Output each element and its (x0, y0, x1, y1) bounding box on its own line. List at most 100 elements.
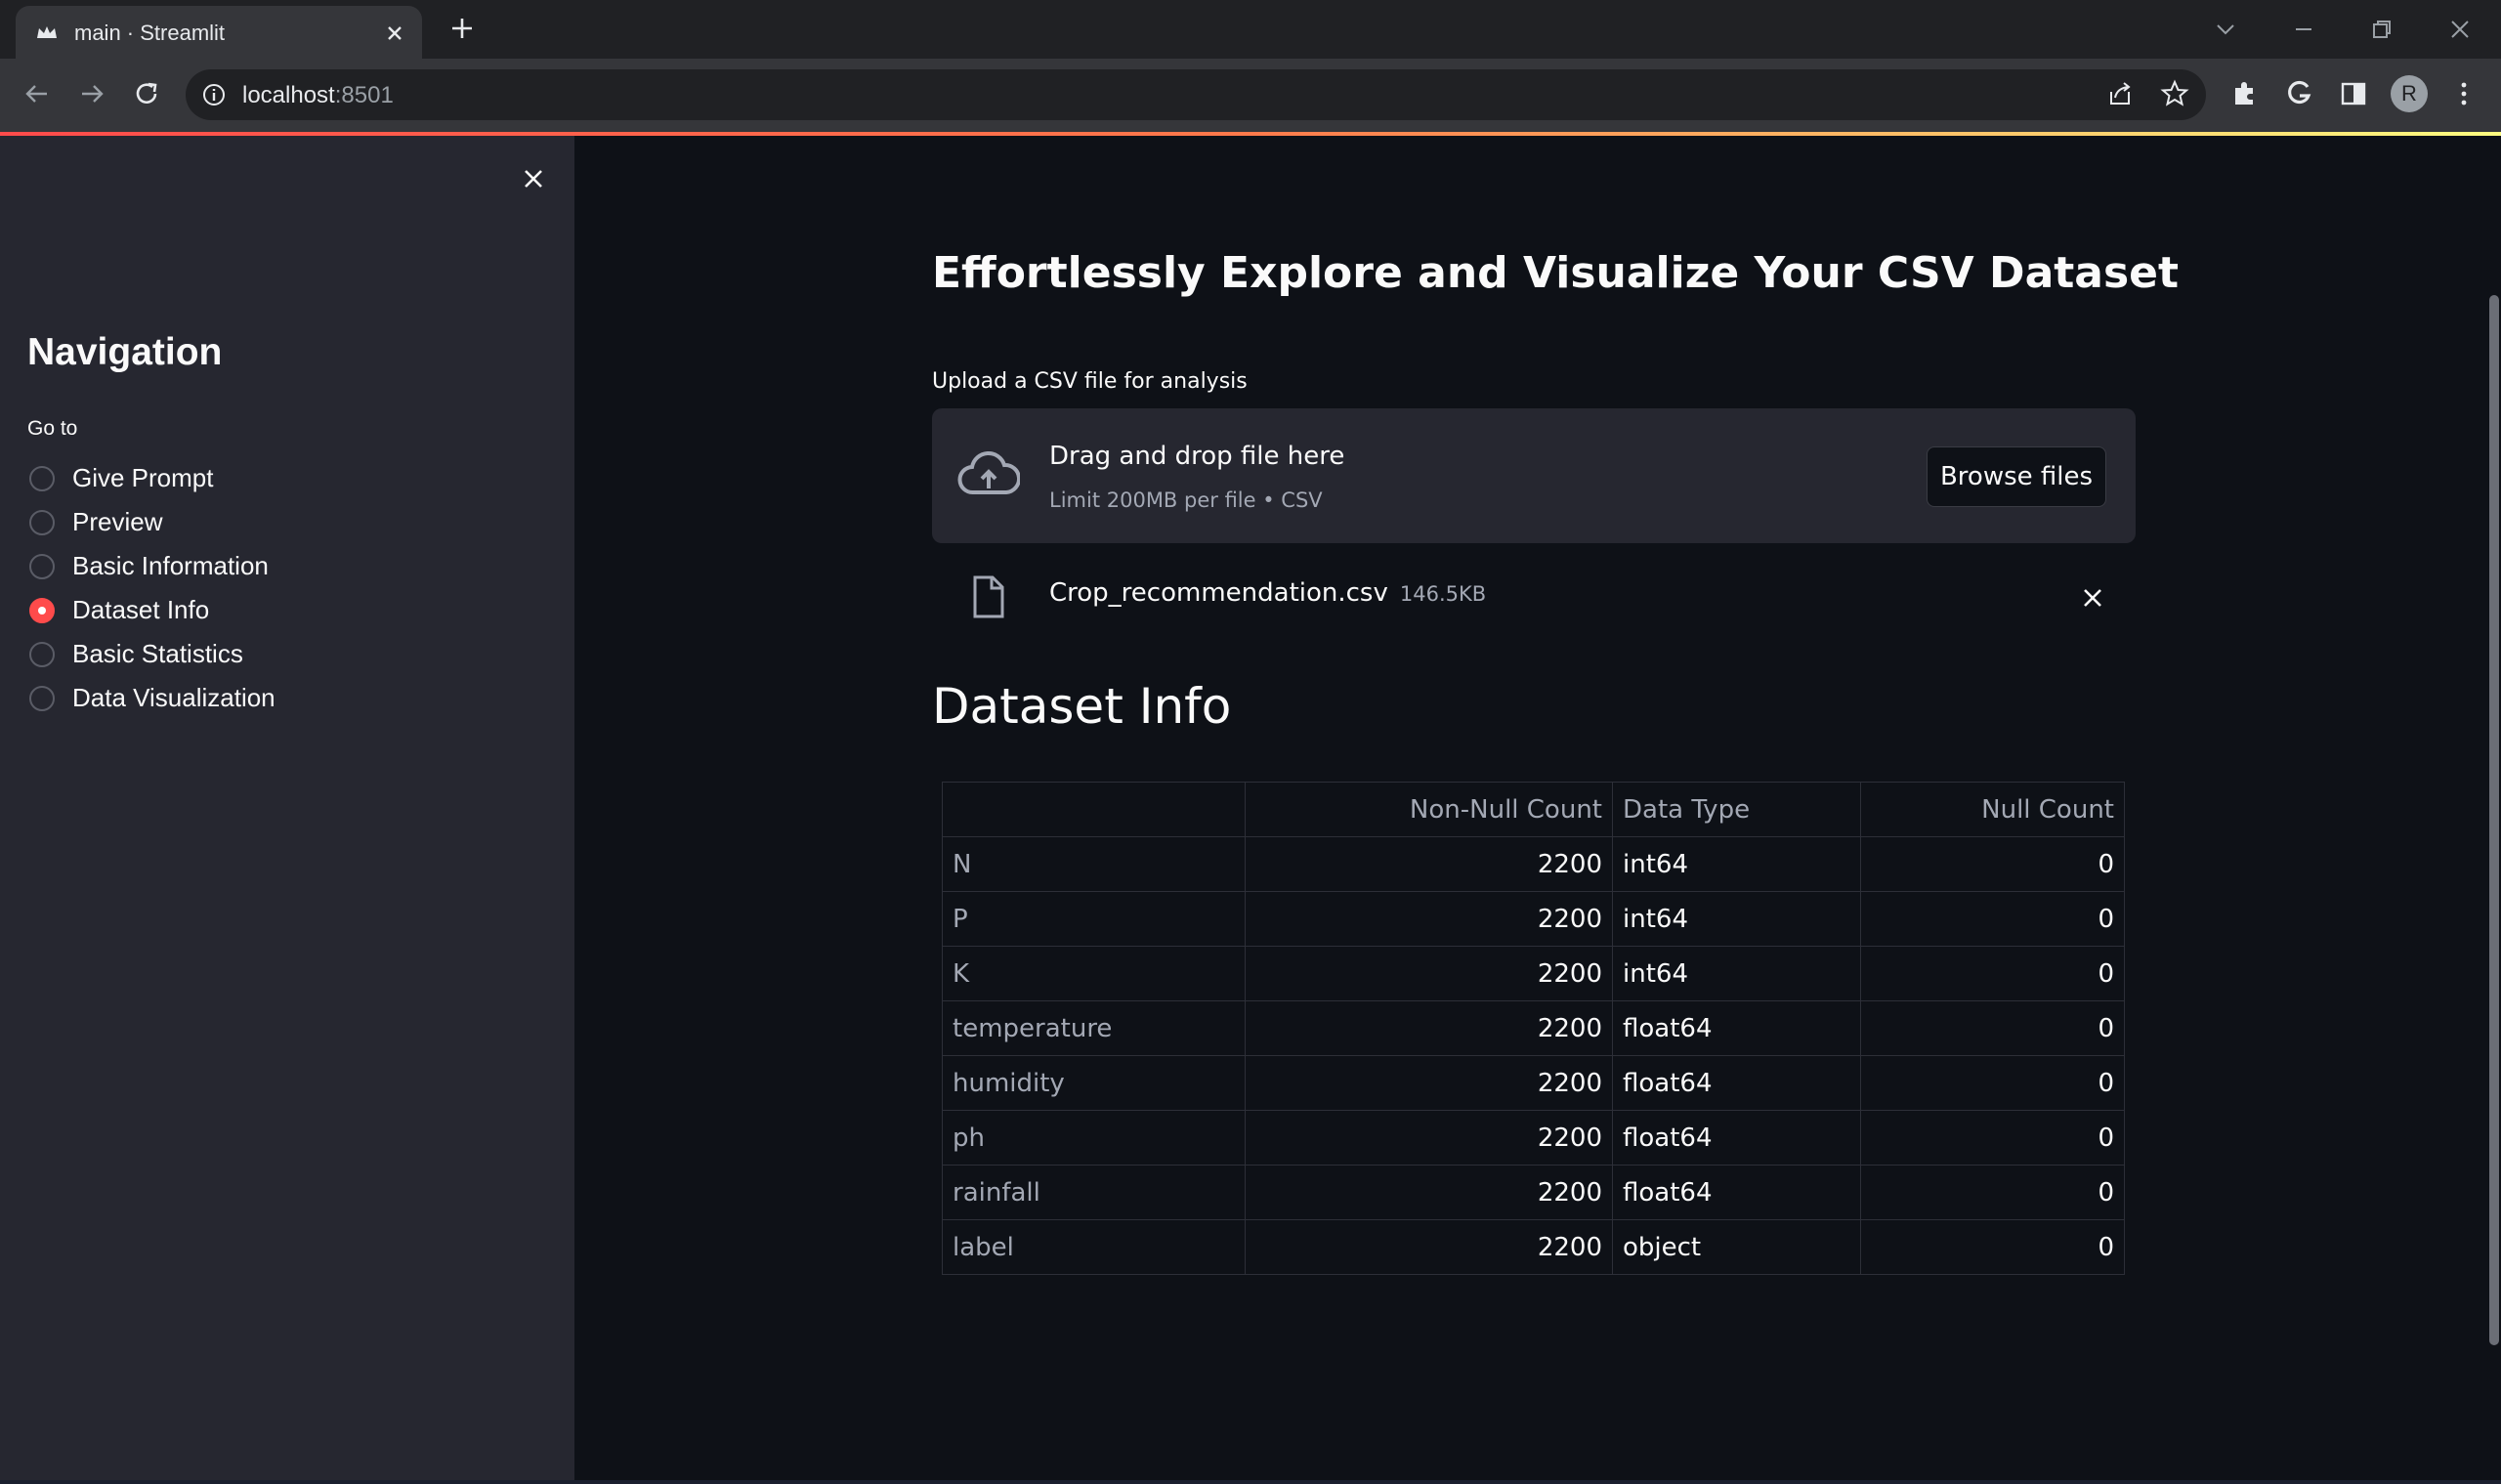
null-count-cell: 0 (1860, 1165, 2125, 1220)
forward-icon[interactable] (74, 76, 109, 111)
radio-label: Basic Statistics (72, 639, 243, 668)
non-null-count-cell: 2200 (1245, 946, 1613, 1001)
non-null-count-cell: 2200 (1245, 1110, 1613, 1166)
radio-circle-selected[interactable] (29, 598, 55, 623)
browser-tab[interactable]: main · Streamlit (16, 6, 422, 59)
table-row: temperature 2200 float64 0 (942, 1000, 2125, 1056)
sidebar-title: Navigation (27, 331, 223, 373)
column-header-non-null-count[interactable]: Non-Null Count (1245, 782, 1613, 837)
dropzone-title: Drag and drop file here (1049, 442, 1345, 471)
non-null-count-cell: 2200 (1245, 836, 1613, 892)
data-type-cell: float64 (1612, 1055, 1861, 1111)
null-count-cell: 0 (1860, 946, 2125, 1001)
non-null-count-cell: 2200 (1245, 1219, 1613, 1275)
row-index: ph (942, 1110, 1246, 1166)
window-close-icon[interactable] (2442, 12, 2478, 47)
radio-circle[interactable] (29, 466, 55, 491)
non-null-count-cell: 2200 (1245, 891, 1613, 947)
row-index: label (942, 1219, 1246, 1275)
page-title: Effortlessly Explore and Visualize Your … (932, 248, 2180, 298)
radio-option-dataset-info[interactable]: Dataset Info (27, 592, 574, 631)
streamlit-crown-icon (37, 26, 57, 38)
page-scrollbar[interactable] (2489, 295, 2499, 1345)
side-panel-icon[interactable] (2336, 76, 2371, 111)
radio-label: Basic Information (72, 551, 269, 580)
radio-label: Give Prompt (72, 463, 214, 492)
file-size: 146.5KB (1399, 582, 1487, 606)
null-count-cell: 0 (1860, 836, 2125, 892)
grammarly-g-icon[interactable] (2281, 76, 2316, 111)
tab-search-chevron-icon[interactable] (2208, 12, 2243, 47)
null-count-cell: 0 (1860, 1055, 2125, 1111)
non-null-count-cell: 2200 (1245, 1165, 1613, 1220)
table-row: P 2200 int64 0 (942, 891, 2125, 947)
site-info-icon[interactable] (201, 82, 227, 107)
file-icon (973, 575, 1004, 618)
tab-close-icon[interactable] (383, 21, 406, 45)
file-name: Crop_recommendation.csv 146.5KB (1049, 578, 1487, 608)
radio-group-label: Go to (27, 417, 78, 440)
address-bar[interactable]: localhost:8501 (186, 69, 2206, 120)
row-index: temperature (942, 1000, 1246, 1056)
table-header-row: Non-Null Count Data Type Null Count (942, 782, 2125, 837)
row-index: N (942, 836, 1246, 892)
null-count-cell: 0 (1860, 1110, 2125, 1166)
dropzone-limit-text: Limit 200MB per file • CSV (1049, 488, 1323, 512)
browse-files-button[interactable]: Browse files (1927, 446, 2106, 507)
table-row: humidity 2200 float64 0 (942, 1055, 2125, 1111)
row-index: humidity (942, 1055, 1246, 1111)
radio-circle[interactable] (29, 686, 55, 711)
radio-circle[interactable] (29, 642, 55, 667)
null-count-cell: 0 (1860, 891, 2125, 947)
table-row: K 2200 int64 0 (942, 946, 2125, 1001)
radio-option-basic-information[interactable]: Basic Information (27, 548, 574, 587)
bookmark-star-icon[interactable] (2157, 76, 2192, 111)
table-row: label 2200 object 0 (942, 1219, 2125, 1275)
uploader-label: Upload a CSV file for analysis (932, 369, 1248, 394)
radio-circle[interactable] (29, 554, 55, 579)
non-null-count-cell: 2200 (1245, 1000, 1613, 1056)
bottom-edge (0, 1480, 2501, 1484)
radio-label: Dataset Info (72, 595, 210, 624)
radio-label: Data Visualization (72, 683, 276, 712)
share-icon[interactable] (2103, 76, 2139, 111)
column-header-index[interactable] (942, 782, 1246, 837)
null-count-cell: 0 (1860, 1000, 2125, 1056)
data-type-cell: object (1612, 1219, 1861, 1275)
column-header-data-type[interactable]: Data Type (1612, 782, 1861, 837)
data-type-cell: float64 (1612, 1165, 1861, 1220)
back-icon[interactable] (20, 76, 55, 111)
extensions-puzzle-icon[interactable] (2227, 76, 2263, 111)
file-dropzone[interactable]: Drag and drop file here Limit 200MB per … (932, 408, 2136, 543)
column-header-null-count[interactable]: Null Count (1860, 782, 2125, 837)
section-title: Dataset Info (932, 678, 1232, 735)
minimize-icon[interactable] (2286, 12, 2321, 47)
remove-file-icon[interactable] (2077, 582, 2108, 614)
cloud-upload-icon (957, 450, 1020, 495)
sidebar: Navigation Go to Give Prompt Preview Bas… (0, 136, 574, 1484)
table-row: N 2200 int64 0 (942, 836, 2125, 892)
data-type-cell: float64 (1612, 1000, 1861, 1056)
row-index: rainfall (942, 1165, 1246, 1220)
radio-option-basic-statistics[interactable]: Basic Statistics (27, 636, 574, 675)
null-count-cell: 0 (1860, 1219, 2125, 1275)
table-row: rainfall 2200 float64 0 (942, 1165, 2125, 1220)
row-index: P (942, 891, 1246, 947)
restore-icon[interactable] (2364, 12, 2399, 47)
non-null-count-cell: 2200 (1245, 1055, 1613, 1111)
new-tab-icon[interactable] (446, 13, 478, 44)
browser-menu-icon[interactable] (2446, 76, 2481, 111)
data-type-cell: int64 (1612, 836, 1861, 892)
sidebar-close-icon[interactable] (518, 163, 549, 194)
data-type-cell: float64 (1612, 1110, 1861, 1166)
uploaded-file-row: Crop_recommendation.csv 146.5KB (932, 567, 2136, 627)
data-type-cell: int64 (1612, 946, 1861, 1001)
radio-option-data-visualization[interactable]: Data Visualization (27, 680, 574, 719)
radio-option-preview[interactable]: Preview (27, 504, 574, 543)
profile-avatar[interactable]: R (2391, 75, 2428, 112)
table-row: ph 2200 float64 0 (942, 1110, 2125, 1166)
radio-option-give-prompt[interactable]: Give Prompt (27, 460, 574, 499)
data-type-cell: int64 (1612, 891, 1861, 947)
reload-icon[interactable] (129, 76, 164, 111)
radio-circle[interactable] (29, 510, 55, 535)
